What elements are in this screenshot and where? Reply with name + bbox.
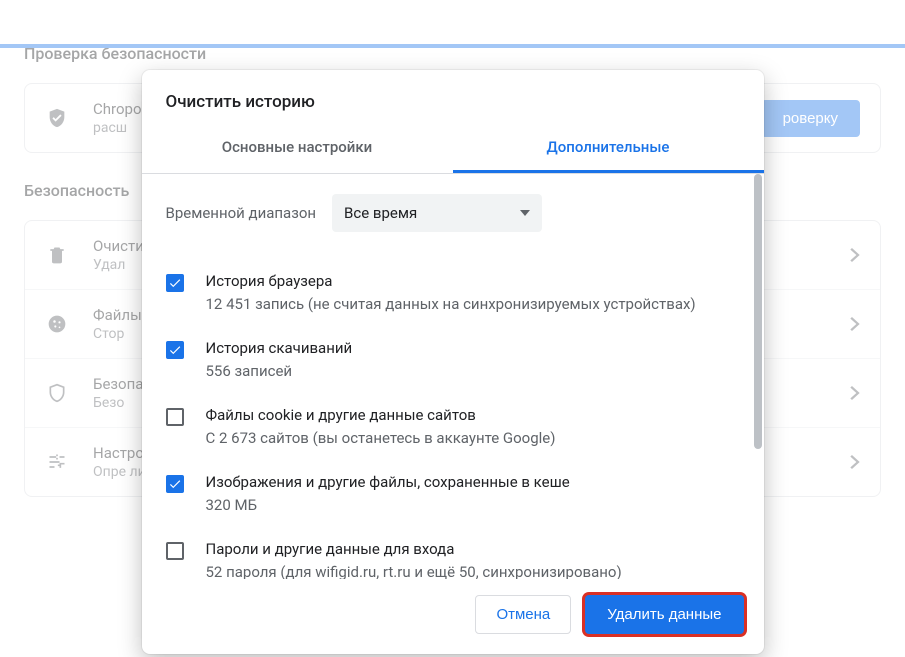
tab-advanced[interactable]: Дополнительные xyxy=(453,124,764,173)
clear-data-dialog: Очистить историю Основные настройки Допо… xyxy=(142,70,764,654)
dialog-footer: Отмена Удалить данные xyxy=(142,579,764,654)
dialog-tabs: Основные настройки Дополнительные xyxy=(142,124,764,174)
checkbox[interactable] xyxy=(166,475,184,493)
checkbox[interactable] xyxy=(166,341,184,359)
item-title: История скачиваний xyxy=(206,339,740,357)
scrollbar[interactable] xyxy=(752,174,762,579)
item-sub: 556 записей xyxy=(206,361,740,382)
item-title: Изображения и другие файлы, сохраненные … xyxy=(206,473,740,491)
item-sub: 12 451 запись (не считая данных на синхр… xyxy=(206,294,740,315)
checkbox[interactable] xyxy=(166,274,184,292)
dialog-title: Очистить историю xyxy=(142,70,764,124)
item-browsing-history[interactable]: История браузера 12 451 запись (не счита… xyxy=(166,260,740,327)
scrollbar-thumb[interactable] xyxy=(754,174,762,449)
item-passwords[interactable]: Пароли и другие данные для входа 52 паро… xyxy=(166,528,740,579)
time-range-select[interactable]: Все время xyxy=(332,194,542,232)
item-title: Пароли и другие данные для входа xyxy=(206,540,740,558)
item-sub: С 2 673 сайтов (вы останетесь в аккаунте… xyxy=(206,428,740,449)
dropdown-arrow-icon xyxy=(520,210,530,216)
modal-overlay: Очистить историю Основные настройки Допо… xyxy=(0,44,905,657)
checkbox[interactable] xyxy=(166,408,184,426)
time-range-label: Временной диапазон xyxy=(166,204,317,222)
item-title: Файлы cookie и другие данные сайтов xyxy=(206,406,740,424)
item-sub: 320 МБ xyxy=(206,495,740,516)
checkbox[interactable] xyxy=(166,542,184,560)
item-sub: 52 пароля (для wifigid.ru, rt.ru и ещё 5… xyxy=(206,562,740,579)
tab-basic[interactable]: Основные настройки xyxy=(142,124,453,173)
item-cookies[interactable]: Файлы cookie и другие данные сайтов С 2 … xyxy=(166,394,740,461)
time-range-value: Все время xyxy=(344,204,417,222)
clear-data-button[interactable]: Удалить данные xyxy=(585,595,743,634)
dialog-body: Временной диапазон Все время История бра… xyxy=(142,174,764,579)
item-download-history[interactable]: История скачиваний 556 записей xyxy=(166,327,740,394)
item-title: История браузера xyxy=(206,272,740,290)
item-cache[interactable]: Изображения и другие файлы, сохраненные … xyxy=(166,461,740,528)
cancel-button[interactable]: Отмена xyxy=(475,595,571,634)
